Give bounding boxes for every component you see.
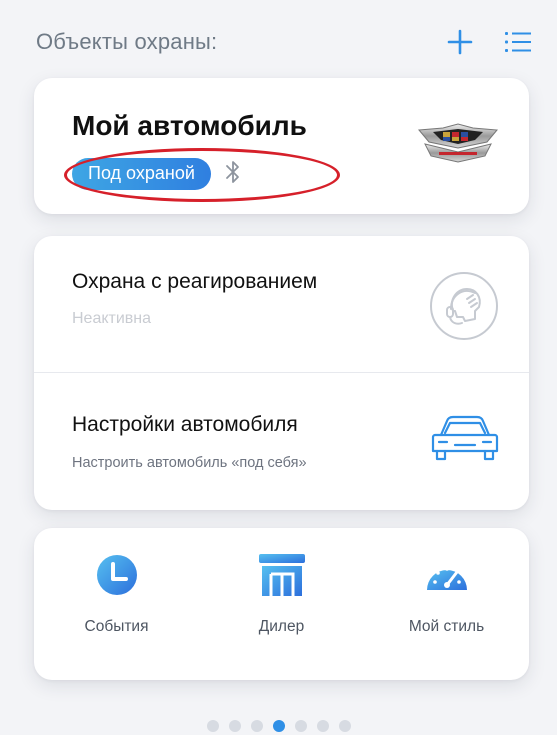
page-title: Объекты охраны: xyxy=(36,29,218,54)
page-dot[interactable] xyxy=(250,720,263,732)
quick-action-label: События xyxy=(84,618,149,635)
quick-action-my-style[interactable]: Мой стиль xyxy=(372,528,522,680)
vehicle-card[interactable]: Мой автомобиль Под охраной xyxy=(34,78,529,214)
service-title: Охрана с реагированием xyxy=(72,270,318,293)
status-row: Под охраной xyxy=(72,158,241,190)
quick-action-dealer[interactable]: Дилер xyxy=(207,528,357,680)
page-dot[interactable] xyxy=(294,720,307,732)
quick-action-label: Мой стиль xyxy=(408,618,485,635)
quick-action-events[interactable]: События xyxy=(42,528,192,680)
dealer-building-icon xyxy=(258,554,305,596)
service-description: Настроить автомобиль «под себя» xyxy=(72,455,307,471)
service-status: Неактивна xyxy=(72,310,152,327)
operator-headset-icon xyxy=(429,271,499,346)
bluetooth-icon xyxy=(225,159,241,190)
service-title: Настройки автомобиля xyxy=(72,413,298,436)
service-item-response-security[interactable]: Охрана с реагированием Неактивна xyxy=(34,236,529,372)
page-dot-active[interactable] xyxy=(272,720,285,732)
quick-actions-card: События Дилер Мой стиль xyxy=(34,528,529,680)
list-icon[interactable] xyxy=(503,27,533,57)
services-card: Охрана с реагированием Неактивна Настрой… xyxy=(34,236,529,510)
page-dot[interactable] xyxy=(228,720,241,732)
page-indicator xyxy=(0,720,557,732)
cadillac-logo-icon xyxy=(417,122,499,171)
page-dot[interactable] xyxy=(338,720,351,732)
plus-icon[interactable] xyxy=(445,27,475,57)
header: Объекты охраны: xyxy=(36,22,533,62)
status-badge: Под охраной xyxy=(72,158,211,190)
quick-action-label: Дилер xyxy=(258,618,305,635)
page-dot[interactable] xyxy=(206,720,219,732)
car-settings-icon xyxy=(431,413,499,468)
header-actions xyxy=(445,27,533,57)
service-item-car-settings[interactable]: Настройки автомобиля Настроить автомобил… xyxy=(34,372,529,508)
clock-icon xyxy=(96,555,137,595)
speedometer-icon xyxy=(426,567,467,590)
vehicle-name: Мой автомобиль xyxy=(72,110,307,141)
page-dot[interactable] xyxy=(316,720,329,732)
